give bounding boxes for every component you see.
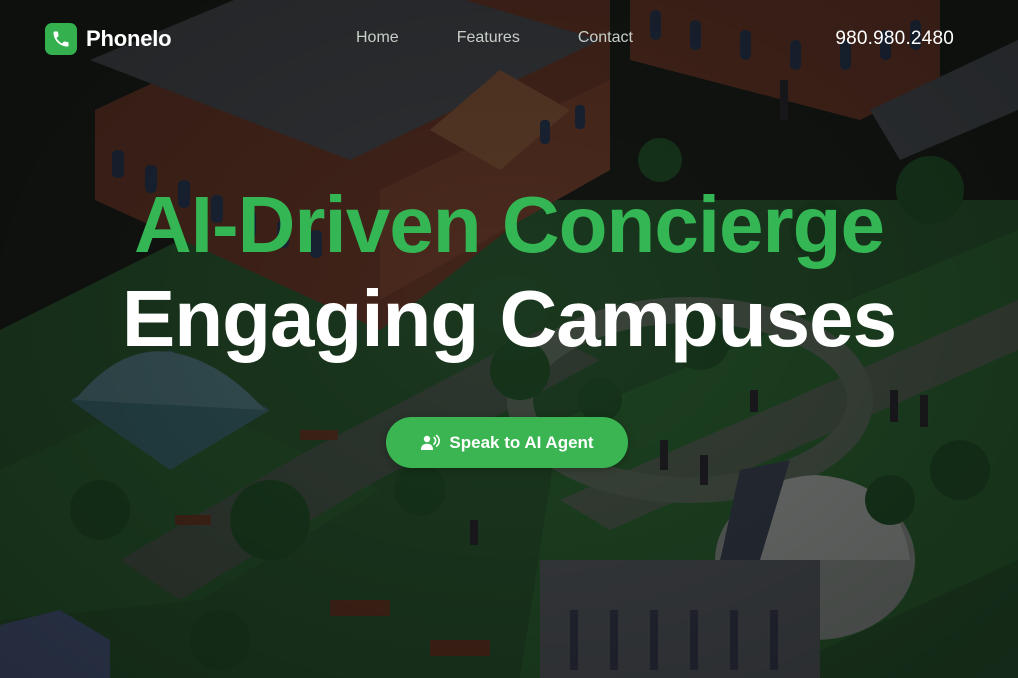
nav-link-features[interactable]: Features	[457, 29, 520, 47]
brand-logo-link[interactable]: Phonelo	[45, 23, 172, 55]
nav-link-contact[interactable]: Contact	[578, 29, 633, 47]
brand-name: Phonelo	[86, 26, 172, 51]
headline-accent-line: AI-Driven Concierge	[133, 180, 885, 269]
headline-main-line: Engaging Campuses	[121, 274, 897, 363]
nav-link-home[interactable]: Home	[356, 29, 399, 47]
cta-label: Speak to AI Agent	[449, 432, 594, 452]
phone-number-link[interactable]: 980.980.2480	[835, 28, 954, 50]
phone-icon	[45, 23, 77, 55]
top-navigation: Phonelo Home Features Contact 980.980.24…	[0, 0, 1018, 78]
voice-agent-icon	[420, 434, 441, 452]
hero-headline: AI-Driven Concierge Engaging Campuses	[0, 178, 1018, 366]
speak-to-ai-agent-button[interactable]: Speak to AI Agent	[386, 417, 628, 468]
nav-links: Home Features Contact	[356, 29, 633, 47]
